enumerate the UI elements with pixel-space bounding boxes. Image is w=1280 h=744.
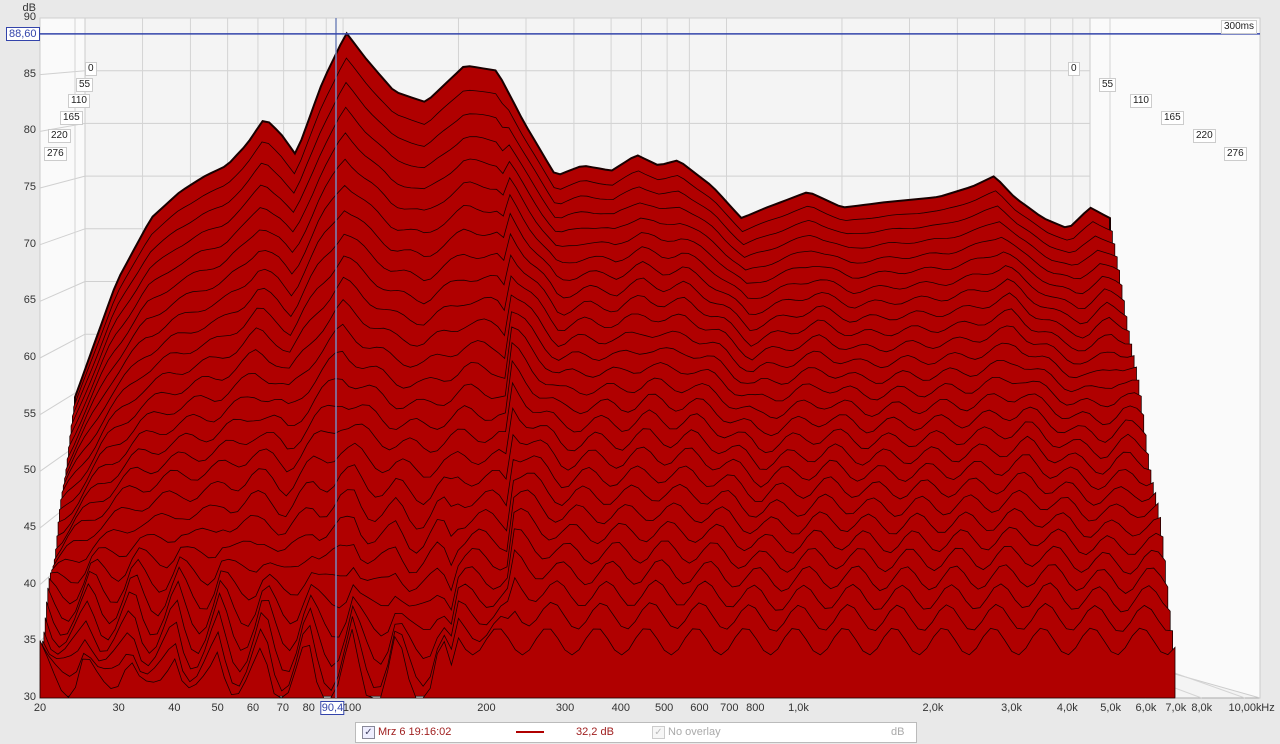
time-span-label: 300ms bbox=[1221, 20, 1258, 34]
x-tick-label: 20 bbox=[33, 702, 47, 714]
cursor-freq-label: 90,4 bbox=[320, 701, 345, 715]
time-label-right: 0 bbox=[1068, 62, 1080, 76]
x-tick-label: 3,0k bbox=[1001, 702, 1022, 714]
x-tick-label: 70 bbox=[276, 702, 290, 714]
x-tick-label: 6,0k bbox=[1135, 702, 1157, 714]
waterfall-chart[interactable] bbox=[0, 0, 1280, 744]
series-value: 32,2 dB bbox=[576, 726, 614, 738]
x-tick-label: 50 bbox=[211, 702, 224, 714]
overlay-label: No overlay bbox=[668, 726, 721, 738]
x-tick-label: 10,00k bbox=[1228, 702, 1262, 714]
y-tick-label: 85 bbox=[23, 67, 36, 80]
time-label-right: 276 bbox=[1224, 147, 1247, 161]
time-label-right: 165 bbox=[1161, 111, 1184, 125]
series-name: Mrz 6 19:16:02 bbox=[378, 726, 452, 738]
time-label-left: 110 bbox=[68, 94, 90, 108]
x-tick-label: 400 bbox=[611, 702, 631, 714]
time-label-right: 110 bbox=[1130, 94, 1152, 108]
time-label-left: 276 bbox=[44, 147, 67, 161]
cursor-db-label: 88,60 bbox=[6, 26, 40, 41]
y-tick-label: 60 bbox=[23, 351, 36, 363]
x-tick-label: 80 bbox=[302, 702, 315, 714]
x-tick-label: 600 bbox=[690, 702, 709, 714]
y-tick-label: 70 bbox=[23, 237, 36, 250]
x-tick-label: 700 bbox=[720, 702, 739, 714]
overlay-checkbox[interactable]: ✓ bbox=[652, 726, 665, 739]
x-tick-label: 2,0k bbox=[922, 702, 944, 714]
y-axis-unit: dB bbox=[22, 2, 36, 14]
y-tick-label: 30 bbox=[23, 691, 36, 703]
time-label-right: 220 bbox=[1193, 129, 1216, 143]
x-tick-label: 30 bbox=[112, 702, 125, 714]
series-checkbox[interactable]: ✓ bbox=[362, 726, 375, 739]
x-axis-unit: Hz bbox=[1261, 702, 1275, 714]
y-tick-label: 40 bbox=[23, 577, 36, 590]
x-tick-label: 1,0k bbox=[788, 702, 809, 714]
x-tick-label: 300 bbox=[555, 702, 575, 714]
x-tick-label: 60 bbox=[246, 702, 260, 714]
series-line-swatch bbox=[516, 731, 544, 733]
time-label-left: 165 bbox=[60, 111, 83, 125]
y-tick-label: 65 bbox=[23, 294, 36, 307]
x-tick-label: 4,0k bbox=[1056, 702, 1078, 714]
x-tick-label: 100 bbox=[342, 702, 362, 714]
time-label-right: 55 bbox=[1099, 78, 1117, 92]
y-tick-label: 45 bbox=[23, 521, 36, 533]
x-tick-label: 7,0k bbox=[1165, 702, 1187, 714]
y-tick-label: 35 bbox=[23, 634, 36, 647]
y-tick-label: 75 bbox=[23, 181, 36, 193]
time-label-left: 0 bbox=[85, 62, 97, 76]
x-tick-label: 8,0k bbox=[1191, 702, 1213, 714]
x-tick-label: 5,0k bbox=[1100, 702, 1121, 714]
time-label-left: 55 bbox=[76, 78, 94, 92]
x-tick-label: 500 bbox=[654, 702, 674, 714]
x-tick-label: 200 bbox=[477, 702, 496, 714]
y-tick-label: 50 bbox=[23, 464, 36, 477]
legend-bar: ✓ Mrz 6 19:16:02 32,2 dB ✓ No overlay dB bbox=[355, 722, 917, 743]
unit-label: dB bbox=[891, 726, 905, 738]
y-tick-label: 80 bbox=[23, 124, 36, 137]
x-tick-label: 800 bbox=[746, 702, 765, 714]
time-label-left: 220 bbox=[48, 129, 71, 143]
x-tick-label: 40 bbox=[168, 702, 181, 714]
y-tick-label: 55 bbox=[23, 407, 36, 420]
